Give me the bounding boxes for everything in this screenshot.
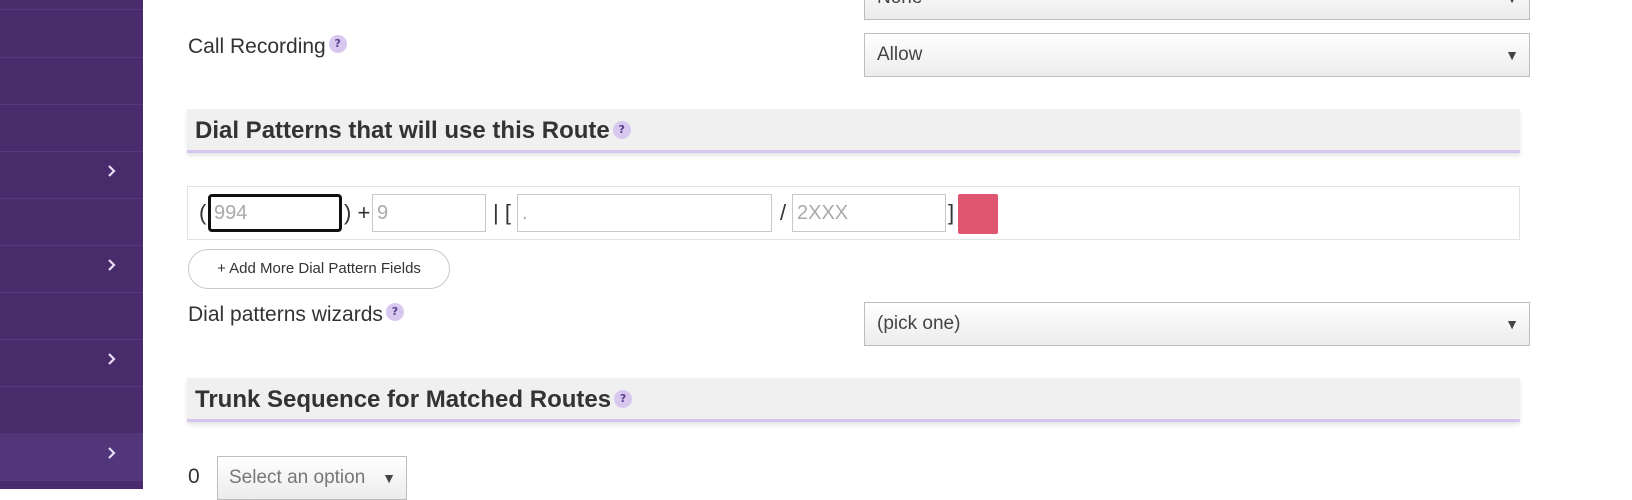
dropdown-arrow-icon: ▼	[1505, 0, 1519, 19]
prefix-input[interactable]: 9	[372, 194, 486, 232]
sidebar-item-expandable[interactable]	[0, 151, 143, 199]
callerid-input[interactable]: .	[517, 194, 772, 232]
help-icon[interactable]: ?	[385, 303, 404, 321]
sidebar-item[interactable]	[0, 292, 143, 340]
close-bracket: ]	[948, 200, 955, 225]
sidebar-item[interactable]	[0, 10, 143, 58]
trunk-select-placeholder: Select an option	[229, 467, 366, 488]
sidebar-item-expandable[interactable]	[0, 245, 143, 293]
trunk-sequence-index: 0	[188, 465, 200, 488]
help-icon[interactable]: ?	[612, 121, 631, 139]
section-title: Dial Patterns that will use this Route	[195, 117, 610, 144]
sidebar-item[interactable]	[0, 386, 143, 434]
dial-patterns-wizards-label: Dial patterns wizards?	[188, 303, 404, 327]
delete-pattern-button[interactable]	[958, 194, 998, 234]
help-icon[interactable]: ?	[614, 390, 633, 408]
dropdown-arrow-icon: ▼	[1505, 316, 1519, 332]
dropdown-arrow-icon: ▼	[382, 470, 396, 486]
sidebar-item[interactable]	[0, 104, 143, 152]
dial-pattern-row: ( 994 ) + 9 | [ . / 2XXX ]	[187, 186, 1520, 240]
chevron-right-icon	[107, 258, 117, 272]
dropdown-arrow-icon: ▼	[1505, 47, 1519, 63]
sidebar-item[interactable]	[0, 0, 143, 10]
section-title: Trunk Sequence for Matched Routes	[195, 386, 612, 413]
chevron-right-icon	[107, 446, 117, 460]
sidebar	[0, 0, 143, 489]
match-pattern-input[interactable]: 2XXX	[792, 194, 946, 232]
sidebar-item[interactable]	[0, 198, 143, 246]
dial-wizards-value: (pick one)	[877, 313, 961, 334]
chevron-right-icon	[107, 352, 117, 366]
trunk-select[interactable]: Select an option ▼	[217, 456, 407, 500]
sidebar-item[interactable]	[0, 57, 143, 105]
help-icon[interactable]: ?	[328, 35, 347, 53]
trunk-sequence-section-header: Trunk Sequence for Matched Routes?	[187, 378, 1520, 422]
prepend-input[interactable]: 994	[208, 194, 342, 232]
top-select[interactable]: None ▼	[864, 0, 1530, 20]
open-paren: (	[199, 200, 207, 225]
call-recording-label: Call Recording?	[188, 35, 347, 59]
sidebar-item-expandable[interactable]	[0, 433, 143, 481]
sidebar-item-expandable[interactable]	[0, 339, 143, 387]
add-more-dial-pattern-button[interactable]: + Add More Dial Pattern Fields	[188, 249, 450, 289]
dial-patterns-section-header: Dial Patterns that will use this Route?	[187, 109, 1520, 153]
dial-patterns-wizards-select[interactable]: (pick one) ▼	[864, 302, 1530, 346]
call-recording-value: Allow	[877, 44, 923, 65]
chevron-right-icon	[107, 164, 117, 178]
pipe-bracket: | [	[493, 200, 511, 225]
slash: /	[780, 200, 787, 225]
call-recording-select[interactable]: Allow ▼	[864, 33, 1530, 77]
top-select-value: None	[877, 0, 922, 8]
close-paren-plus: ) +	[344, 200, 371, 225]
